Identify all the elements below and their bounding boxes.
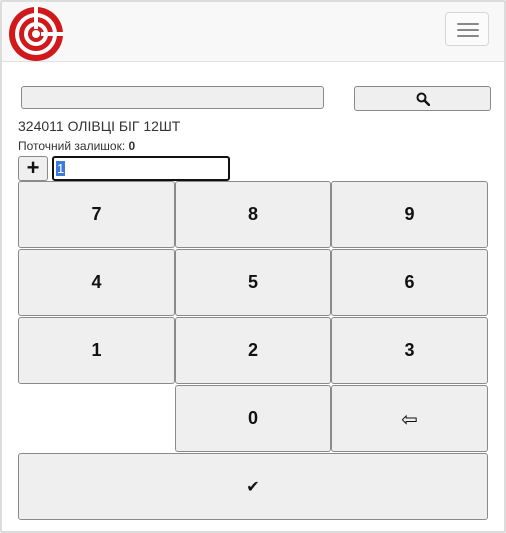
- quantity-input[interactable]: 1: [52, 156, 230, 181]
- menu-toggle-button[interactable]: [445, 12, 489, 46]
- keypad-key-2[interactable]: 2: [175, 317, 331, 384]
- search-input[interactable]: [21, 86, 324, 109]
- search-button[interactable]: [354, 86, 491, 111]
- hamburger-menu-icon: [457, 29, 479, 31]
- search-icon: [416, 92, 430, 106]
- keypad-key-4[interactable]: 4: [18, 249, 175, 316]
- stock-value: 0: [128, 139, 136, 153]
- hamburger-menu-icon: [457, 23, 479, 25]
- current-stock: Поточний залишок: 0: [18, 139, 135, 153]
- backspace-button[interactable]: ⇦: [331, 385, 488, 452]
- keypad-key-5[interactable]: 5: [175, 249, 331, 316]
- target-logo-icon[interactable]: [7, 5, 65, 63]
- keypad-key-1[interactable]: 1: [18, 317, 175, 384]
- keypad-key-3[interactable]: 3: [331, 317, 488, 384]
- keypad-key-6[interactable]: 6: [331, 249, 488, 316]
- product-name: 324011 ОЛІВЦІ БІГ 12ШТ: [18, 118, 181, 134]
- keypad-key-7[interactable]: 7: [18, 181, 175, 248]
- stock-label: Поточний залишок:: [18, 139, 126, 153]
- confirm-button[interactable]: ✔: [18, 453, 488, 520]
- top-navbar: [2, 2, 504, 62]
- hamburger-menu-icon: [457, 35, 479, 37]
- checkmark-icon: ✔: [246, 477, 260, 496]
- quantity-value: 1: [56, 161, 66, 176]
- keypad-key-9[interactable]: 9: [331, 181, 488, 248]
- backspace-arrow-icon: ⇦: [401, 406, 418, 431]
- increment-button[interactable]: +: [18, 156, 48, 181]
- keypad-key-8[interactable]: 8: [175, 181, 331, 248]
- keypad-key-0[interactable]: 0: [175, 385, 331, 452]
